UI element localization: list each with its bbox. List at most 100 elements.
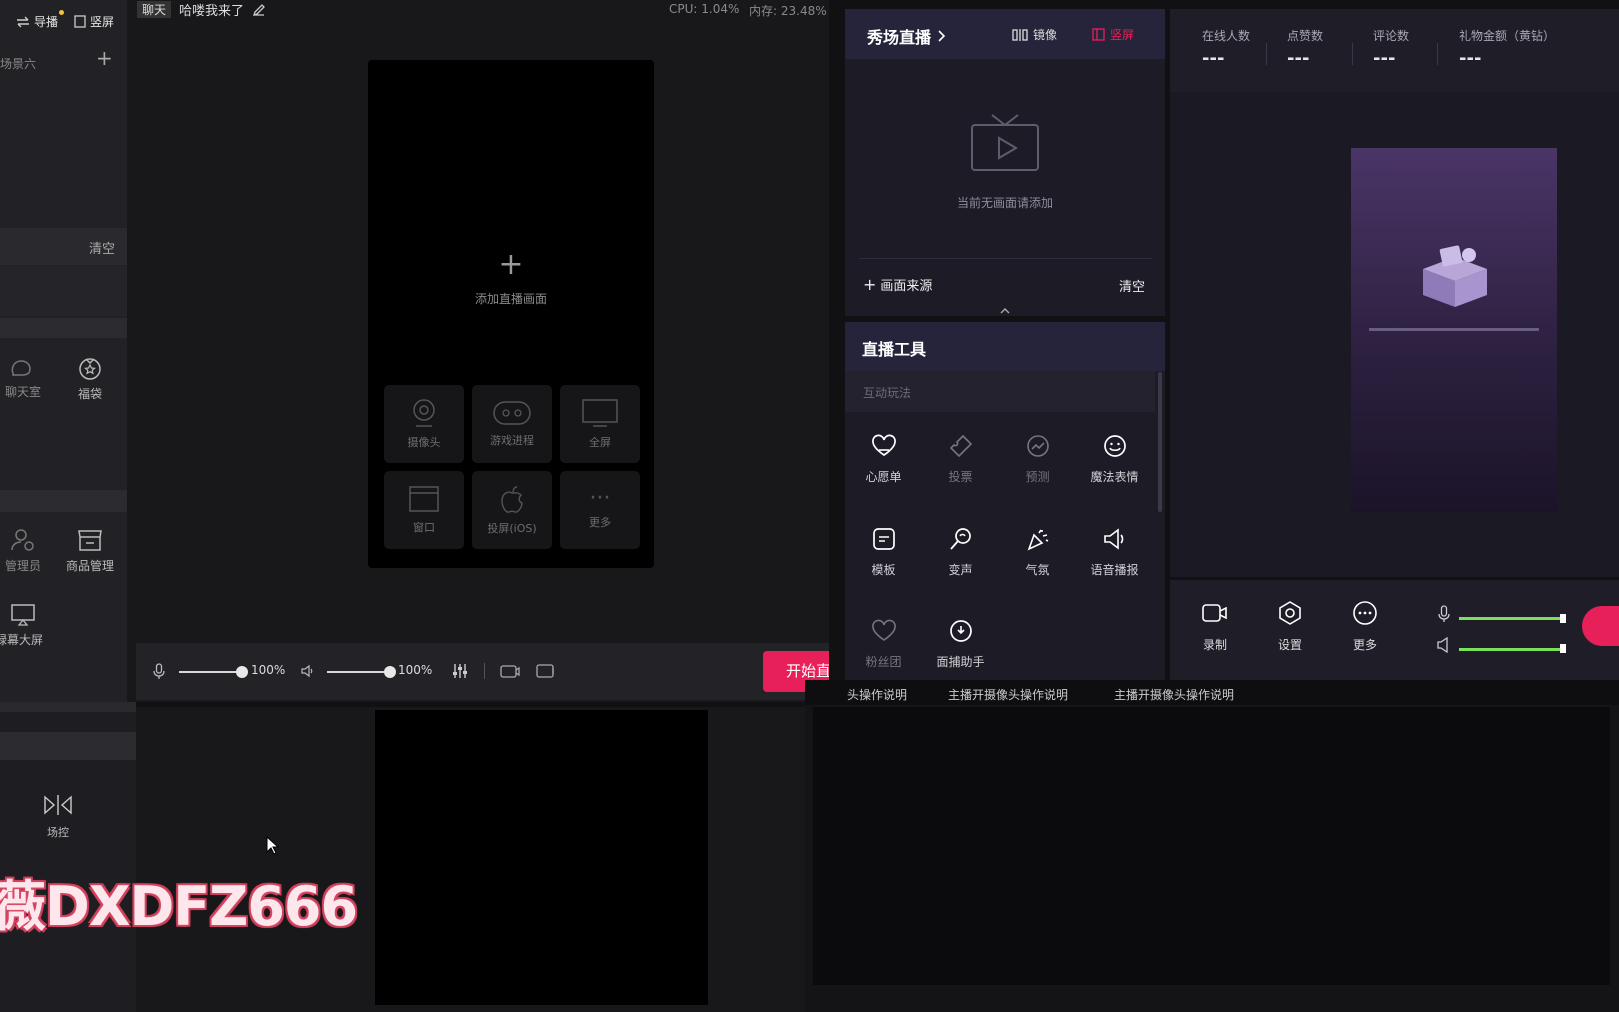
portrait-nav[interactable]: 竖屏 [74, 13, 114, 30]
online-value: --- [1202, 48, 1225, 69]
mic-volume-slider[interactable] [179, 671, 242, 673]
volume-icon[interactable] [1437, 637, 1451, 653]
ios-source[interactable]: 投屏(iOS) [472, 471, 552, 549]
tool-magic-emoji[interactable]: 魔法表情 [1076, 434, 1153, 485]
clear-sources-button[interactable]: 清空 [1119, 276, 1145, 295]
tool-wishlist-label: 心愿单 [865, 470, 902, 484]
tutorial-tab[interactable]: 主播开摄像头操作说明 [948, 686, 1068, 703]
mic-level-knob[interactable] [1560, 614, 1566, 623]
goods-item[interactable]: 商品管理 [60, 527, 120, 574]
source-row [0, 266, 127, 316]
tool-atmosphere[interactable]: 气氛 [999, 527, 1076, 578]
game-source[interactable]: 游戏进程 [472, 385, 552, 463]
volume-level-knob[interactable] [1560, 644, 1566, 653]
smile-icon [1103, 435, 1126, 457]
flip-icon [44, 795, 72, 815]
go-live-button[interactable] [1582, 606, 1619, 646]
tool-atmosphere-label: 气氛 [1025, 563, 1050, 577]
camera-switch-icon[interactable] [500, 663, 520, 679]
preview-toolbar: 录制 设置 更多 [1170, 580, 1619, 680]
add-source-label: 画面来源 [880, 279, 933, 294]
tools-scrollbar[interactable] [1158, 372, 1162, 512]
clear-button[interactable]: 清空 [89, 238, 115, 257]
empty-tv-icon [971, 114, 1039, 171]
showroom-panel: 秀场直播 镜像 竖屏 当前无画面请添加 + 画面来源 清空 [845, 9, 1165, 316]
bar-divider [484, 663, 485, 679]
tutorial-tab[interactable]: 主播开摄像头操作说明 [1114, 686, 1234, 703]
apple-icon [501, 486, 523, 513]
tool-voice-broadcast[interactable]: 语音播报 [1076, 527, 1153, 578]
luckybag-item[interactable]: 福袋 [62, 355, 118, 402]
mixer-icon[interactable] [452, 663, 468, 679]
add-live-label: 添加直播画面 [474, 292, 547, 306]
stat-likes: 点赞数 --- [1287, 27, 1323, 69]
scene-control-label: 场控 [47, 826, 69, 839]
portrait-toggle[interactable]: 竖屏 [1092, 26, 1134, 43]
mic-volume-value: 100% [251, 663, 286, 677]
screen-icon [11, 604, 35, 626]
chatroom-icon [11, 360, 31, 376]
title-bar: 聊天 哈喽我来了 [137, 0, 266, 19]
gifts-value: --- [1459, 48, 1482, 69]
screen-record-icon[interactable] [536, 663, 556, 679]
stat-gifts: 礼物金额（黄钻） --- [1459, 27, 1555, 69]
director-nav[interactable]: 导播 [16, 10, 65, 30]
scene-name[interactable]: 场景六 [0, 55, 36, 72]
add-source-button[interactable]: + 画面来源 [863, 275, 932, 294]
tool-vote[interactable]: 投票 [922, 434, 999, 485]
audio-control-bar: 100% 100% 开始直 [136, 643, 829, 700]
showroom-title: 秀场直播 [867, 28, 932, 47]
camera-source[interactable]: 摄像头 [384, 385, 464, 463]
stat-divider [1352, 43, 1353, 65]
cpu-usage: CPU: 1.04% [669, 2, 740, 16]
fullscreen-source[interactable]: 全屏 [560, 385, 640, 463]
tutorial-tab[interactable]: 头操作说明 [847, 686, 907, 703]
tool-template[interactable]: 模板 [845, 527, 922, 578]
speaker-volume-slider[interactable] [327, 671, 390, 673]
swap-icon [17, 16, 29, 27]
more-source[interactable]: ··· 更多 [560, 471, 640, 549]
volume-level-slider[interactable] [1459, 648, 1563, 651]
chatroom-item[interactable]: 聊天室 [0, 355, 46, 400]
edit-icon[interactable] [252, 3, 266, 17]
admin-item[interactable]: 管理员 [0, 527, 46, 574]
luckybag-label: 福袋 [77, 387, 102, 401]
preview-caption-line [1369, 328, 1539, 331]
window-source[interactable]: 窗口 [384, 471, 464, 549]
more-button[interactable]: 更多 [1342, 601, 1388, 653]
speaker-slider-knob[interactable] [384, 666, 396, 678]
likes-label: 点赞数 [1287, 29, 1324, 43]
mirror-button[interactable]: 镜像 [1012, 26, 1057, 43]
microphone-icon[interactable] [1438, 605, 1450, 623]
greenscreen-item[interactable]: 绿幕大屏 [0, 603, 46, 648]
ticket-icon [949, 434, 972, 458]
showroom-title-link[interactable]: 秀场直播 [867, 24, 946, 48]
monitor-icon [582, 399, 618, 427]
add-scene-icon[interactable]: + [96, 48, 113, 68]
tool-face-capture[interactable]: 面捕助手 [922, 619, 999, 670]
add-live-scene[interactable]: + 添加直播画面 [368, 250, 654, 307]
tool-face-capture-label: 面捕助手 [936, 655, 985, 669]
chevron-right-icon [938, 30, 946, 42]
tool-voice-change[interactable]: 变声 [922, 527, 999, 578]
tool-predict[interactable]: 预测 [999, 434, 1076, 485]
record-button[interactable]: 录制 [1192, 602, 1238, 653]
tool-wishlist[interactable]: 心愿单 [845, 434, 922, 485]
speaker-volume-value: 100% [398, 663, 433, 677]
tool-fan-club[interactable]: 粉丝团 [845, 619, 922, 670]
template-icon [872, 528, 895, 550]
speaker-icon[interactable] [301, 664, 315, 678]
stat-comments: 评论数 --- [1373, 27, 1409, 69]
microphone-icon[interactable] [153, 663, 165, 680]
showroom-header: 秀场直播 镜像 竖屏 [845, 9, 1165, 59]
canvas-preview[interactable]: + 添加直播画面 摄像头 游戏进程 全屏 窗口 投屏(iOS) ··· 更多 [368, 60, 654, 568]
settings-button[interactable]: 设置 [1267, 601, 1313, 653]
collapse-up-icon[interactable] [1000, 307, 1010, 314]
mic-level-slider[interactable] [1459, 617, 1563, 620]
camera-label: 摄像头 [407, 436, 441, 449]
scene-control-button[interactable]: 场控 [38, 794, 78, 840]
settings-label: 设置 [1277, 638, 1302, 652]
stat-online: 在线人数 --- [1202, 27, 1250, 69]
video-icon [1202, 604, 1227, 622]
mic-slider-knob[interactable] [236, 666, 248, 678]
